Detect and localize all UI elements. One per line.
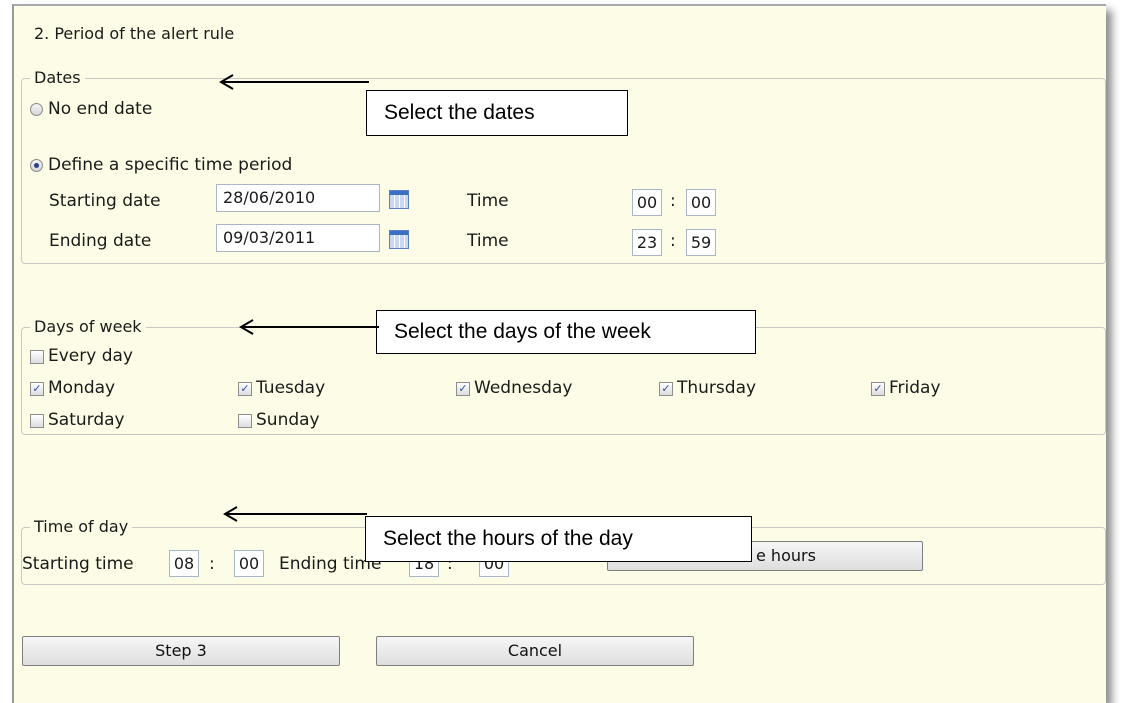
- ending-time-label: Time: [467, 231, 509, 251]
- no-end-date-label: No end date: [48, 99, 153, 119]
- days-arrow-icon: [239, 319, 379, 335]
- wednesday-label: Wednesday: [474, 378, 573, 398]
- starting-date-label: Starting date: [49, 191, 161, 211]
- saturday-label: Saturday: [48, 410, 125, 430]
- hours-arrow-icon: [223, 506, 367, 522]
- no-end-date-radio[interactable]: [30, 103, 43, 116]
- hours-callout: Select the hours of the day: [365, 516, 752, 562]
- monday-checkbox[interactable]: ✓: [30, 382, 44, 396]
- days-of-week-legend: Days of week: [30, 317, 146, 336]
- saturday-checkbox[interactable]: [30, 414, 44, 428]
- sunday-label: Sunday: [256, 410, 320, 430]
- tuesday-checkbox[interactable]: ✓: [238, 382, 252, 396]
- starting-date-input[interactable]: 28/06/2010: [216, 184, 380, 212]
- ending-date-calendar-icon[interactable]: [389, 230, 409, 249]
- dates-legend: Dates: [30, 68, 85, 87]
- alert-period-panel: 2. Period of the alert rule Dates No end…: [12, 4, 1106, 703]
- ending-minute-input[interactable]: 59: [686, 229, 716, 256]
- every-day-checkbox[interactable]: [30, 350, 44, 364]
- friday-checkbox[interactable]: ✓: [871, 382, 885, 396]
- starting-time-of-day-label: Starting time: [22, 554, 134, 574]
- ending-date-input[interactable]: 09/03/2011: [216, 224, 380, 252]
- step-3-button[interactable]: Step 3: [22, 636, 340, 666]
- ending-time-colon: :: [670, 231, 676, 251]
- monday-label: Monday: [48, 378, 116, 398]
- starting-hour-input[interactable]: 00: [632, 189, 662, 216]
- time-of-day-legend: Time of day: [30, 517, 133, 536]
- starting-time-label: Time: [467, 191, 509, 211]
- starting-minute-input[interactable]: 00: [686, 189, 716, 216]
- ending-date-label: Ending date: [49, 231, 152, 251]
- tuesday-label: Tuesday: [256, 378, 326, 398]
- friday-label: Friday: [889, 378, 941, 398]
- sunday-checkbox[interactable]: [238, 414, 252, 428]
- days-callout: Select the days of the week: [376, 310, 756, 354]
- starting-time-colon: :: [209, 554, 215, 574]
- starting-time-hour-input[interactable]: 08: [169, 550, 199, 577]
- dates-arrow-icon: [219, 74, 369, 90]
- starting-time-minute-input[interactable]: 00: [234, 550, 264, 577]
- thursday-checkbox[interactable]: ✓: [659, 382, 673, 396]
- wednesday-checkbox[interactable]: ✓: [456, 382, 470, 396]
- cancel-button[interactable]: Cancel: [376, 636, 694, 666]
- section-title: 2. Period of the alert rule: [34, 24, 235, 43]
- specific-period-label: Define a specific time period: [48, 155, 293, 175]
- thursday-label: Thursday: [677, 378, 757, 398]
- dates-callout: Select the dates: [366, 90, 628, 136]
- starting-time-colon: :: [670, 191, 676, 211]
- every-day-label: Every day: [48, 346, 133, 366]
- specific-period-radio[interactable]: [30, 159, 43, 172]
- starting-date-calendar-icon[interactable]: [389, 190, 409, 209]
- ending-hour-input[interactable]: 23: [632, 229, 662, 256]
